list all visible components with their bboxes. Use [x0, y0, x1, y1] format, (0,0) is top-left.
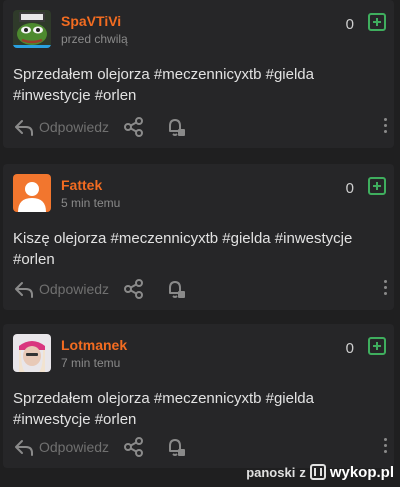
share-icon[interactable] — [123, 116, 145, 138]
watermark-separator: z — [299, 464, 306, 480]
notification-bell-icon[interactable] — [165, 116, 187, 138]
timestamp[interactable]: 5 min temu — [61, 196, 120, 210]
vote-score: 0 — [345, 180, 354, 197]
plus-vote-button[interactable] — [368, 13, 386, 31]
watermark-user: panoski — [246, 464, 296, 480]
username[interactable]: Lotmanek — [61, 337, 127, 353]
vote-score: 0 — [345, 340, 354, 357]
avatar[interactable] — [13, 174, 51, 212]
more-options-icon[interactable] — [384, 280, 388, 296]
reply-button[interactable]: Odpowiedz — [39, 281, 109, 297]
username[interactable]: SpaVTiVi — [61, 13, 121, 29]
action-bar: Odpowiedz — [13, 436, 394, 458]
reply-button[interactable]: Odpowiedz — [39, 119, 109, 135]
share-icon[interactable] — [123, 436, 145, 458]
action-bar: Odpowiedz — [13, 116, 394, 138]
reply-icon[interactable] — [13, 278, 35, 300]
username[interactable]: Fattek — [61, 177, 102, 193]
reply-icon[interactable] — [13, 436, 35, 458]
vote-score: 0 — [345, 16, 354, 33]
more-options-icon[interactable] — [384, 438, 388, 454]
wykop-logo-icon — [309, 464, 326, 480]
share-icon[interactable] — [123, 278, 145, 300]
avatar[interactable] — [13, 334, 51, 372]
default-user-avatar-icon — [13, 174, 51, 212]
entry-content: Kiszę olejorza #meczennicyxtb #gielda #i… — [13, 230, 353, 268]
reply-icon[interactable] — [13, 116, 35, 138]
pepe-avatar-icon — [13, 10, 51, 48]
entry-content: Sprzedałem olejorza #meczennicyxtb #giel… — [13, 66, 314, 104]
watermark-site: wykop.pl — [329, 463, 394, 481]
notification-bell-icon[interactable] — [165, 278, 187, 300]
watermark: panoski z wykop.pl — [246, 461, 394, 483]
entry-content: Sprzedałem olejorza #meczennicyxtb #giel… — [13, 390, 314, 428]
avatar[interactable] — [13, 10, 51, 48]
entry-comment: Fattek 5 min temu 0 Kiszę olejorza #mecz… — [3, 164, 394, 310]
entry-comment: Lotmanek 7 min temu 0 Sprzedałem olejorz… — [3, 324, 394, 468]
entry-comment: SpaVTiVi przed chwilą 0 Sprzedałem olejo… — [3, 0, 394, 148]
more-options-icon[interactable] — [384, 118, 388, 134]
plus-vote-button[interactable] — [368, 337, 386, 355]
action-bar: Odpowiedz — [13, 278, 394, 300]
notification-bell-icon[interactable] — [165, 436, 187, 458]
reply-button[interactable]: Odpowiedz — [39, 439, 109, 455]
plus-vote-button[interactable] — [368, 177, 386, 195]
timestamp[interactable]: przed chwilą — [61, 32, 128, 46]
photo-avatar-icon — [13, 334, 51, 372]
timestamp[interactable]: 7 min temu — [61, 356, 120, 370]
